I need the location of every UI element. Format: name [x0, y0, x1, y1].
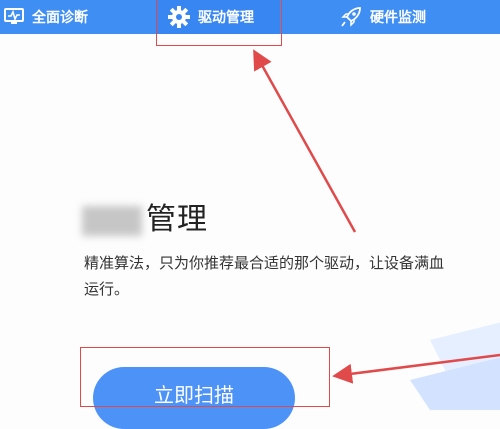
annotation-arrow — [332, 353, 500, 384]
annotation-arrow — [253, 49, 357, 233]
annotation-arrows — [253, 49, 500, 384]
